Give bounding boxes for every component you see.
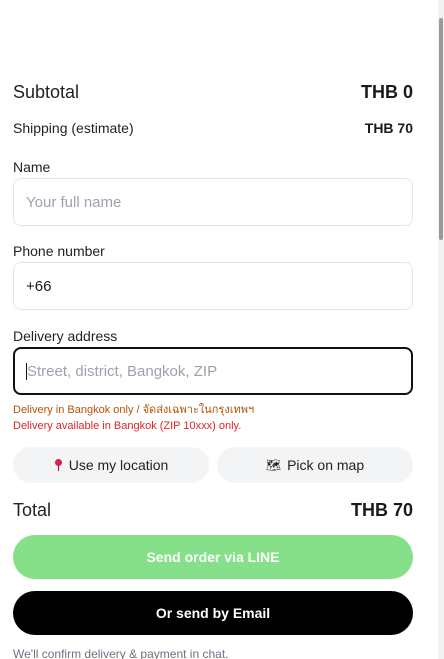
address-label: Delivery address bbox=[13, 328, 118, 344]
send-by-email-label: Or send by Email bbox=[155, 605, 271, 621]
send-via-line-label: Send order via LINE bbox=[146, 549, 280, 565]
pick-on-map-label: Pick on map bbox=[287, 457, 365, 473]
shipping-row: Shipping (estimate) THB 70 bbox=[13, 119, 413, 137]
name-input[interactable]: Your full name bbox=[13, 178, 413, 226]
pick-on-map-button[interactable]: 🗺 Pick on map bbox=[217, 447, 413, 483]
shipping-value: THB 70 bbox=[364, 120, 413, 136]
pin-icon bbox=[54, 459, 63, 471]
send-via-line-button[interactable]: Send order via LINE bbox=[13, 535, 413, 579]
address-placeholder: Street, district, Bangkok, ZIP bbox=[27, 362, 218, 380]
use-location-label: Use my location bbox=[68, 457, 169, 473]
shipping-label: Shipping (estimate) bbox=[13, 120, 134, 136]
map-icon: 🗺 bbox=[265, 458, 282, 472]
total-value: THB 70 bbox=[350, 499, 413, 520]
total-row: Total THB 70 bbox=[13, 498, 413, 522]
subtotal-value: THB 0 bbox=[360, 81, 413, 102]
confirmation-note: We'll confirm delivery & payment in chat… bbox=[13, 647, 229, 659]
name-label: Name bbox=[13, 159, 51, 175]
scrollbar[interactable] bbox=[438, 0, 444, 659]
delivery-area-warning: Delivery in Bangkok only / จัดส่งเฉพาะใน… bbox=[13, 404, 255, 416]
delivery-zip-error: Delivery available in Bangkok (ZIP 10xxx… bbox=[13, 420, 242, 432]
send-by-email-button[interactable]: Or send by Email bbox=[13, 591, 413, 635]
phone-label: Phone number bbox=[13, 243, 105, 259]
phone-input[interactable]: +66 bbox=[13, 262, 413, 310]
subtotal-row: Subtotal THB 0 bbox=[13, 80, 413, 104]
name-placeholder: Your full name bbox=[26, 193, 122, 211]
phone-value: +66 bbox=[26, 277, 52, 295]
address-input[interactable]: Street, district, Bangkok, ZIP bbox=[13, 347, 413, 395]
scrollbar-thumb[interactable] bbox=[439, 18, 443, 240]
checkout-page: Subtotal THB 0 Shipping (estimate) THB 7… bbox=[0, 0, 444, 659]
subtotal-label: Subtotal bbox=[13, 81, 80, 102]
total-label: Total bbox=[13, 499, 52, 520]
use-location-button[interactable]: Use my location bbox=[13, 447, 209, 483]
